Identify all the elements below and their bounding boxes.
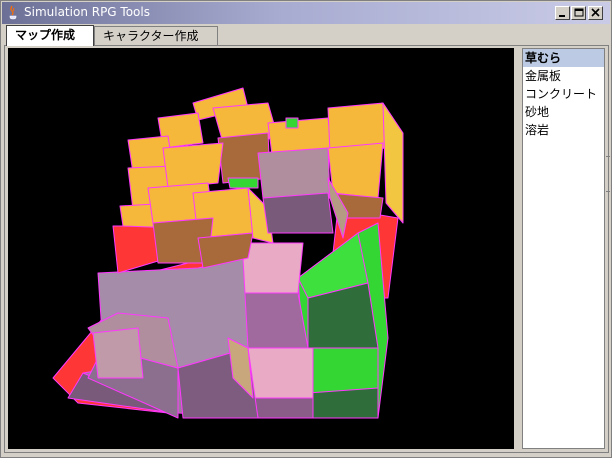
terrain-item-metal-plate[interactable]: 金属板 [523,67,604,85]
resize-tick [606,156,610,157]
sand-tile [162,142,224,189]
sand-tile [382,102,404,224]
terrain-item-lava[interactable]: 溶岩 [523,121,604,139]
title-bar[interactable]: Simulation RPG Tools [2,2,610,24]
app-window: Simulation RPG Tools マップ作成 キャラクター作成 草むら … [0,0,612,458]
java-cup-icon [9,5,17,20]
window-title: Simulation RPG Tools [24,5,150,19]
maximize-icon [574,8,584,17]
tab-character-editor[interactable]: キャラクター作成 [94,26,218,45]
grass-tile [307,347,379,394]
minimize-button[interactable] [555,6,570,20]
tab-map-editor[interactable]: マップ作成 [6,25,94,46]
metal-tile [257,147,331,199]
grass-tile [227,177,259,189]
pink-tile [252,397,314,419]
metal-tile [92,327,144,379]
close-icon [591,8,600,17]
map-3d-viewport[interactable] [8,48,514,449]
maximize-button[interactable] [571,6,586,20]
isometric-map[interactable] [8,48,514,449]
pink-tile [237,292,309,349]
terrain-list[interactable]: 草むら 金属板 コンクリート 砂地 溶岩 [522,48,605,449]
grass-tile [285,117,299,129]
tab-label: マップ作成 [15,28,76,42]
terrain-item-grass[interactable]: 草むら [523,49,604,67]
pink-tile [247,347,314,399]
close-button[interactable] [588,6,603,20]
resize-tick [606,191,610,192]
tab-label: キャラクター作成 [103,29,199,43]
terrain-item-concrete[interactable]: コンクリート [523,85,604,103]
metal-tile [262,192,334,234]
minimize-icon [559,15,565,17]
terrain-item-sand[interactable]: 砂地 [523,103,604,121]
sand-tile [327,142,384,199]
